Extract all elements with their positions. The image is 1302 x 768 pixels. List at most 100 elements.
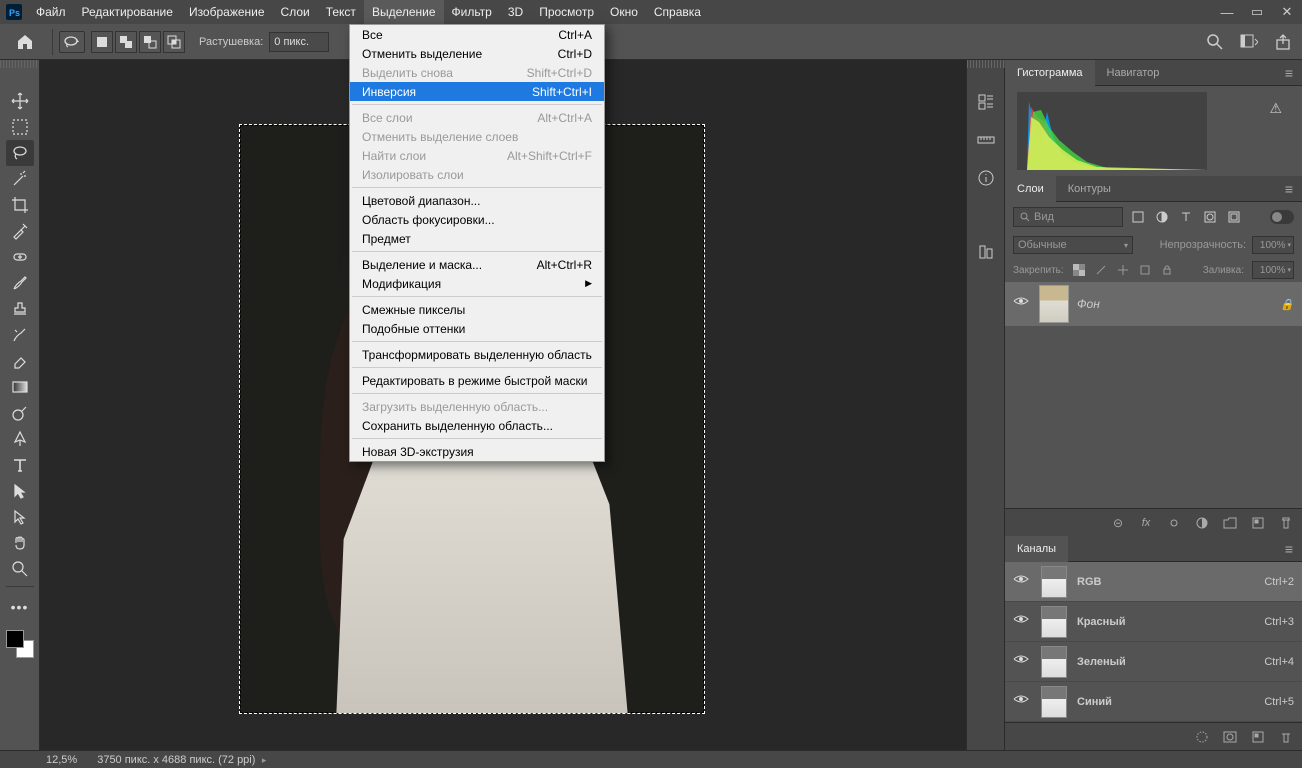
filter-type-icon[interactable] — [1177, 208, 1195, 226]
type-tool[interactable] — [6, 452, 34, 478]
delete-layer-icon[interactable] — [1278, 515, 1294, 531]
lock-artboard-icon[interactable] — [1138, 263, 1152, 277]
healing-tool[interactable] — [6, 244, 34, 270]
new-group-icon[interactable] — [1222, 515, 1238, 531]
tab-channels[interactable]: Каналы — [1005, 536, 1068, 562]
fill-input[interactable]: 100%▾ — [1252, 261, 1294, 279]
menu-item[interactable]: Трансформировать выделенную область — [350, 345, 604, 364]
marquee-tool[interactable] — [6, 114, 34, 140]
properties-icon[interactable] — [974, 90, 998, 114]
menu-справка[interactable]: Справка — [646, 0, 709, 24]
magic-wand-tool[interactable] — [6, 166, 34, 192]
move-tool[interactable] — [6, 88, 34, 114]
menu-item[interactable]: Отменить выделениеCtrl+D — [350, 44, 604, 63]
feather-input[interactable] — [269, 32, 329, 52]
filter-smart-icon[interactable] — [1225, 208, 1243, 226]
menu-окно[interactable]: Окно — [602, 0, 646, 24]
histogram-panel-menu[interactable]: ≡ — [1282, 65, 1302, 81]
tab-histogram[interactable]: Гистограмма — [1005, 60, 1095, 86]
search-button[interactable] — [1202, 29, 1228, 55]
menu-item[interactable]: Новая 3D-экструзия — [350, 442, 604, 461]
info-icon[interactable] — [974, 166, 998, 190]
pen-tool[interactable] — [6, 426, 34, 452]
menu-item[interactable]: Область фокусировки... — [350, 210, 604, 229]
status-zoom[interactable]: 12,5% — [46, 754, 77, 766]
channel-row[interactable]: КрасныйCtrl+3 — [1005, 602, 1302, 642]
menu-item[interactable]: Предмет — [350, 229, 604, 248]
brush-tool[interactable] — [6, 270, 34, 296]
menu-item[interactable]: Подобные оттенки — [350, 319, 604, 338]
adjustment-layer-icon[interactable] — [1194, 515, 1210, 531]
edit-toolbar[interactable]: ••• — [6, 594, 34, 620]
history-brush-tool[interactable] — [6, 322, 34, 348]
share-button[interactable] — [1270, 29, 1296, 55]
tab-paths[interactable]: Контуры — [1056, 176, 1123, 202]
path-selection-tool[interactable] — [6, 478, 34, 504]
menu-выделение[interactable]: Выделение — [364, 0, 444, 24]
eyedropper-tool[interactable] — [6, 218, 34, 244]
channel-row[interactable]: СинийCtrl+5 — [1005, 682, 1302, 722]
filter-adjustment-icon[interactable] — [1153, 208, 1171, 226]
lock-transparency-icon[interactable] — [1072, 263, 1086, 277]
status-dimensions[interactable]: 3750 пикс. x 4688 пикс. (72 ppi) — [97, 754, 255, 766]
workspace-menu[interactable] — [1236, 29, 1262, 55]
menu-слои[interactable]: Слои — [273, 0, 318, 24]
new-channel-icon[interactable] — [1250, 729, 1266, 745]
menu-item[interactable]: ИнверсияShift+Ctrl+I — [350, 82, 604, 101]
maximize-button[interactable]: ▭ — [1242, 0, 1272, 24]
channels-panel-menu[interactable]: ≡ — [1282, 541, 1302, 557]
selection-intersect[interactable] — [163, 31, 185, 53]
selection-new[interactable] — [91, 31, 113, 53]
tab-navigator[interactable]: Навигатор — [1095, 60, 1172, 86]
stamp-tool[interactable] — [6, 296, 34, 322]
tool-preset-picker[interactable] — [59, 31, 85, 53]
close-button[interactable]: ✕ — [1272, 0, 1302, 24]
channel-visibility-icon[interactable] — [1013, 693, 1031, 711]
dodge-tool[interactable] — [6, 400, 34, 426]
filter-shape-icon[interactable] — [1201, 208, 1219, 226]
channel-visibility-icon[interactable] — [1013, 573, 1031, 591]
menu-файл[interactable]: Файл — [28, 0, 74, 24]
lock-all-icon[interactable] — [1160, 263, 1174, 277]
layer-filter-select[interactable]: Вид — [1013, 207, 1123, 227]
layers-panel-menu[interactable]: ≡ — [1282, 181, 1302, 197]
menu-редактирование[interactable]: Редактирование — [74, 0, 181, 24]
menu-item[interactable]: Модификация▶ — [350, 274, 604, 293]
home-button[interactable] — [12, 29, 38, 55]
lock-pixels-icon[interactable] — [1094, 263, 1108, 277]
filter-toggle[interactable] — [1270, 210, 1294, 224]
minimize-button[interactable]: — — [1212, 0, 1242, 24]
menu-изображение[interactable]: Изображение — [181, 0, 273, 24]
layer-visibility-icon[interactable] — [1013, 295, 1031, 313]
channel-row[interactable]: ЗеленыйCtrl+4 — [1005, 642, 1302, 682]
menu-item[interactable]: ВсеCtrl+A — [350, 25, 604, 44]
eraser-tool[interactable] — [6, 348, 34, 374]
character-icon[interactable] — [974, 240, 998, 264]
channel-visibility-icon[interactable] — [1013, 653, 1031, 671]
save-selection-channel-icon[interactable] — [1222, 729, 1238, 745]
color-swatch[interactable] — [6, 630, 34, 658]
crop-tool[interactable] — [6, 192, 34, 218]
selection-add[interactable] — [115, 31, 137, 53]
delete-channel-icon[interactable] — [1278, 729, 1294, 745]
zoom-tool[interactable] — [6, 556, 34, 582]
menu-3d[interactable]: 3D — [500, 0, 531, 24]
ruler-icon[interactable] — [974, 128, 998, 152]
layer-fx-icon[interactable]: fx — [1138, 515, 1154, 531]
menu-item[interactable]: Сохранить выделенную область... — [350, 416, 604, 435]
menu-текст[interactable]: Текст — [318, 0, 364, 24]
selection-subtract[interactable] — [139, 31, 161, 53]
layer-row[interactable]: Фон 🔒 — [1005, 282, 1302, 326]
menu-фильтр[interactable]: Фильтр — [444, 0, 500, 24]
new-layer-icon[interactable] — [1250, 515, 1266, 531]
menu-item[interactable]: Редактировать в режиме быстрой маски — [350, 371, 604, 390]
channel-visibility-icon[interactable] — [1013, 613, 1031, 631]
direct-selection-tool[interactable] — [6, 504, 34, 530]
hand-tool[interactable] — [6, 530, 34, 556]
menu-просмотр[interactable]: Просмотр — [531, 0, 602, 24]
menu-item[interactable]: Смежные пикселы — [350, 300, 604, 319]
filter-pixel-icon[interactable] — [1129, 208, 1147, 226]
menu-item[interactable]: Выделение и маска...Alt+Ctrl+R — [350, 255, 604, 274]
link-layers-icon[interactable]: ⊝ — [1110, 515, 1126, 531]
load-channel-selection-icon[interactable] — [1194, 729, 1210, 745]
